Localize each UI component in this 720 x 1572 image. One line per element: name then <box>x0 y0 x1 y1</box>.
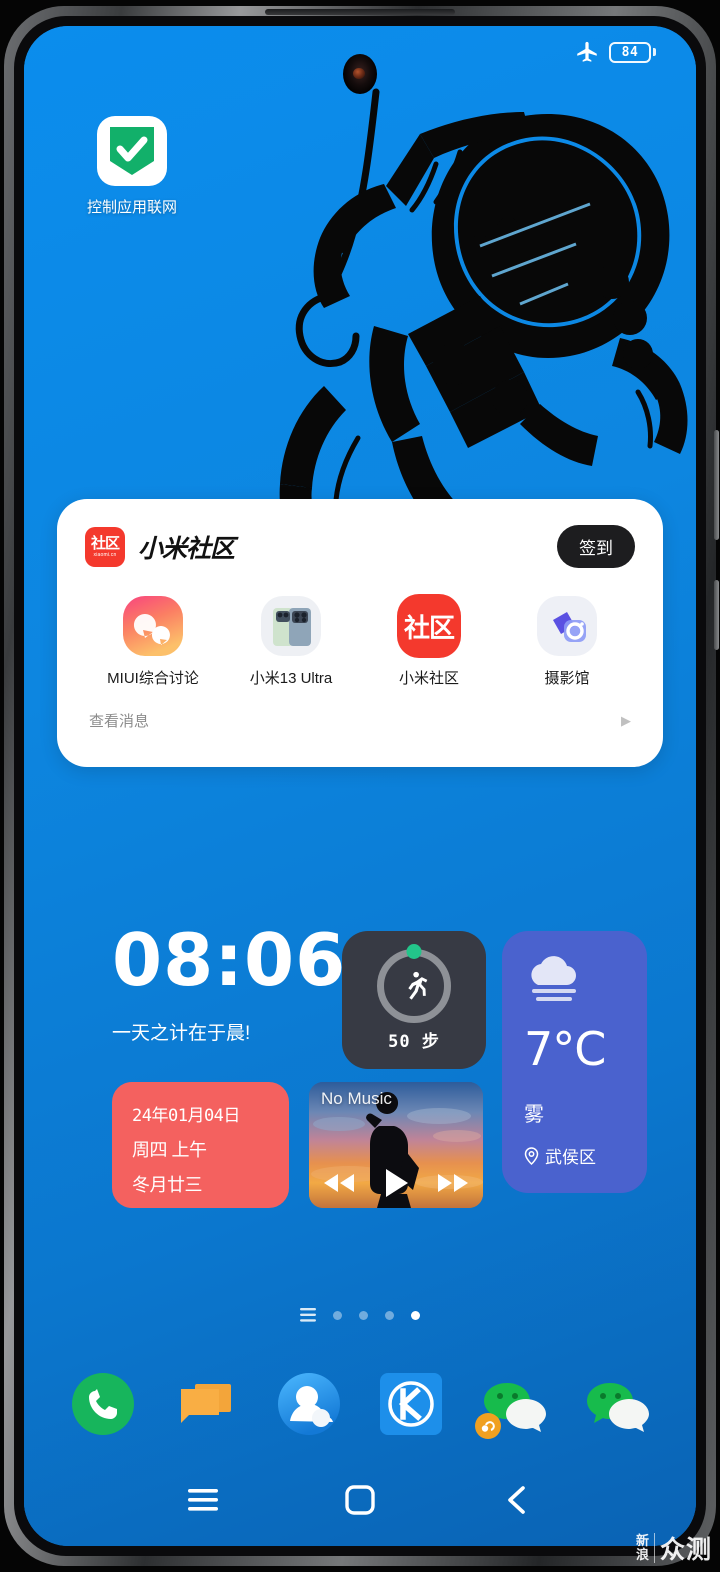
photography-gallery-icon <box>537 596 597 656</box>
dock-item-contacts[interactable] <box>276 1371 342 1437</box>
music-player-widget[interactable]: No Music <box>309 1082 483 1208</box>
watermark-left: 新 浪 <box>636 1534 649 1561</box>
phone-icon <box>72 1373 135 1435</box>
community-icon-text: 社区 <box>403 612 455 643</box>
watermark: 新 浪 众测 <box>636 1530 712 1566</box>
community-app-label: MIUI综合讨论 <box>107 670 199 687</box>
fog-cloud-icon <box>531 956 577 1001</box>
weather-widget[interactable]: 7°C 雾 武侯区 <box>502 931 647 1193</box>
weather-condition: 雾 <box>524 1104 544 1126</box>
page-dot[interactable] <box>333 1310 342 1320</box>
dock <box>24 1371 696 1439</box>
clock-subtitle: 一天之计在于晨! <box>112 1023 251 1044</box>
music-title: No Music <box>321 1089 392 1108</box>
community-logo-top-text: 社区 <box>90 534 120 552</box>
weather-temperature: 7°C <box>524 1022 606 1076</box>
clock-time: 08:06 <box>112 918 347 1002</box>
xiaomi-community-widget[interactable]: 社区 xiaomi.cn 小米社区 签到 MIUI综合讨论 小米13 Ultra… <box>57 499 663 767</box>
volume-button[interactable] <box>714 430 719 540</box>
weather-location: 武侯区 <box>524 1143 647 1168</box>
watermark-left-bottom: 浪 <box>635 1547 649 1562</box>
location-pin-icon <box>524 1146 539 1165</box>
community-app-photography-gallery[interactable]: 摄影馆 <box>503 594 631 688</box>
view-messages-label: 查看消息 <box>89 713 150 730</box>
dock-item-wechat[interactable] <box>584 1371 650 1437</box>
community-widget-title: 小米社区 <box>138 534 235 563</box>
community-app-miui-discussion[interactable]: MIUI综合讨论 <box>89 594 217 688</box>
play-icon[interactable] <box>383 1168 409 1198</box>
page-indicator[interactable] <box>24 1308 696 1322</box>
messages-icon <box>180 1384 231 1423</box>
pages-menu-icon[interactable] <box>300 1308 316 1322</box>
dock-item-kuaishou[interactable] <box>378 1371 444 1437</box>
earpiece-speaker <box>265 9 455 15</box>
steps-count-text: 50 步 <box>388 1031 440 1052</box>
music-controls <box>309 1168 483 1198</box>
power-button[interactable] <box>714 580 719 650</box>
airplane-mode-icon <box>574 39 600 65</box>
app-shortcut-network-control[interactable]: 控制应用联网 <box>70 116 194 217</box>
shield-check-icon <box>97 116 167 186</box>
date-line-weekday: 周四 上午 <box>132 1140 207 1161</box>
date-line-gregorian: 24年01月04日 <box>132 1106 240 1126</box>
recents-menu-icon <box>187 1489 218 1511</box>
xiaomi-community-icon: 社区 <box>397 594 461 658</box>
phone-frame: 84 控制应用联网 社区 xiaomi.cn 小米社区 签到 MIUI综合讨论 … <box>0 0 720 1572</box>
dock-item-messages[interactable] <box>173 1371 239 1437</box>
battery-icon: 84 <box>609 41 656 63</box>
clock-widget[interactable]: 08:06 一天之计在于晨! <box>112 924 346 1045</box>
page-dot[interactable] <box>359 1310 368 1320</box>
home-button[interactable] <box>338 1478 382 1522</box>
community-widget-footer[interactable]: 查看消息 ▶ <box>85 710 635 731</box>
wechat-icon <box>586 1383 649 1432</box>
app-shortcut-label: 控制应用联网 <box>86 199 177 216</box>
steps-progress-dot <box>406 943 422 959</box>
watermark-right: 众测 <box>659 1536 712 1564</box>
community-app-label: 摄影馆 <box>544 670 590 687</box>
battery-level-text: 84 <box>621 44 639 60</box>
community-widget-header: 社区 xiaomi.cn 小米社区 签到 <box>85 525 635 568</box>
community-app-label: 小米社区 <box>398 670 459 687</box>
running-person-icon <box>408 971 428 1000</box>
community-app-xiaomi-community[interactable]: 社区 小米社区 <box>365 594 493 688</box>
watermark-divider <box>653 1533 655 1563</box>
step-counter-widget[interactable]: 50 步 <box>342 931 486 1069</box>
next-track-icon[interactable] <box>436 1172 470 1194</box>
home-square-icon <box>345 1485 375 1515</box>
community-app-label: 小米13 Ultra <box>249 670 333 687</box>
miui-discussion-icon <box>123 596 183 656</box>
previous-track-icon[interactable] <box>322 1172 356 1194</box>
xiaomi-community-logo-icon: 社区 xiaomi.cn <box>85 526 125 567</box>
back-button[interactable] <box>495 1478 539 1522</box>
community-app-list: MIUI综合讨论 小米13 Ultra 社区 小米社区 摄影馆 <box>85 594 635 688</box>
signin-button[interactable]: 签到 <box>557 525 635 568</box>
xiaomi-13-ultra-icon <box>261 596 321 656</box>
community-app-xiaomi-13-ultra[interactable]: 小米13 Ultra <box>227 594 355 688</box>
page-dot[interactable] <box>385 1310 394 1320</box>
contacts-icon <box>277 1373 340 1435</box>
navigation-bar <box>24 1478 696 1522</box>
recents-button[interactable] <box>181 1478 225 1522</box>
date-line-lunar: 冬月廿三 <box>132 1175 203 1196</box>
astronaut-illustration <box>279 88 688 548</box>
dock-item-wechat-dual[interactable] <box>474 1371 547 1439</box>
dual-app-badge <box>474 1413 501 1439</box>
community-brand: 社区 xiaomi.cn 小米社区 <box>85 526 235 567</box>
k-app-icon <box>380 1373 443 1435</box>
steps-progress-ring <box>377 943 451 1023</box>
community-logo-bottom-text: xiaomi.cn <box>93 551 117 558</box>
watermark-left-top: 新 <box>635 1533 649 1549</box>
weather-location-text: 武侯区 <box>545 1148 596 1167</box>
phone-screen: 84 控制应用联网 社区 xiaomi.cn 小米社区 签到 MIUI综合讨论 … <box>24 26 696 1546</box>
back-chevron-icon <box>508 1486 526 1514</box>
front-camera-punch-hole <box>343 54 377 94</box>
dock-item-phone[interactable] <box>70 1371 136 1437</box>
date-widget[interactable]: 24年01月04日 周四 上午 冬月廿三 <box>112 1082 289 1208</box>
page-dot-active[interactable] <box>411 1310 420 1320</box>
chevron-right-icon: ▶ <box>621 712 631 728</box>
